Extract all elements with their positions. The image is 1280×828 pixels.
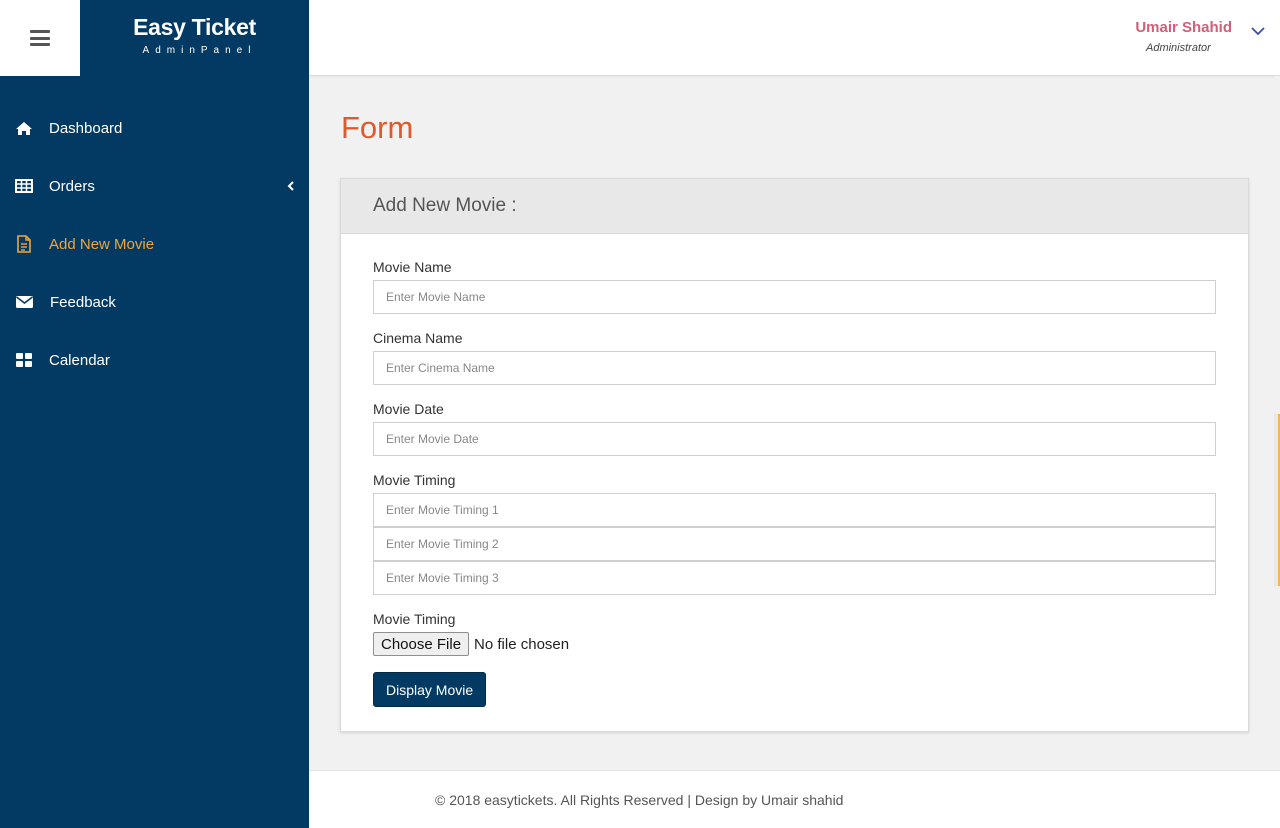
envelope-icon [14,292,34,312]
user-name[interactable]: Umair Shahid [1135,19,1232,36]
movie-timing-label: Movie Timing [373,472,456,488]
document-icon [14,234,34,254]
brand-logo[interactable]: Easy Ticket AdminPanel [80,0,309,76]
table-icon [14,176,34,196]
sidebar-item-label: Add New Movie [49,235,155,253]
sidebar-item-label: Orders [49,177,95,195]
file-upload-label: Movie Timing [373,611,456,627]
top-header: Umair Shahid Administrator [309,0,1280,76]
file-upload: Choose File No file chosen [373,632,569,656]
movie-date-input[interactable] [373,422,1216,456]
footer: © 2018 easytickets. All Rights Reserved … [309,770,1280,828]
movie-date-label: Movie Date [373,401,444,417]
cinema-name-input[interactable] [373,351,1216,385]
footer-copyright: © 2018 easytickets. All Rights Reserved … [435,792,844,808]
sidebar-item-calendar[interactable]: Calendar [0,340,309,380]
user-role: Administrator [1146,42,1211,54]
movie-timing-1-input[interactable] [373,493,1216,527]
movie-name-label: Movie Name [373,259,452,275]
cinema-name-label: Cinema Name [373,330,463,346]
sidebar-item-label: Dashboard [49,119,123,137]
brand-subtitle: AdminPanel [142,45,257,56]
choose-file-button[interactable]: Choose File [373,632,470,656]
movie-timing-2-input[interactable] [373,527,1216,561]
hamburger-icon [30,30,50,46]
chevron-down-icon[interactable] [1250,24,1266,36]
sidebar-item-orders[interactable]: Orders [0,166,309,206]
scrollbar-thumb[interactable] [1274,414,1280,586]
sidebar-item-label: Calendar [49,351,110,369]
grid-icon [14,350,34,370]
sidebar-item-feedback[interactable]: Feedback [0,282,309,322]
sidebar-item-label: Feedback [50,293,116,311]
add-movie-card: Add New Movie : Movie Name Cinema Name M… [340,178,1249,732]
page-title: Form [341,110,414,145]
sidebar-item-dashboard[interactable]: Dashboard [0,108,309,148]
display-movie-button[interactable]: Display Movie [373,672,487,707]
movie-timing-3-input[interactable] [373,561,1216,595]
card-title: Add New Movie : [373,195,517,216]
movie-name-input[interactable] [373,280,1216,314]
sidebar-item-add-new-movie[interactable]: Add New Movie [0,224,309,264]
card-header: Add New Movie : [341,179,1248,234]
brand-title: Easy Ticket [133,14,256,40]
chevron-left-icon [287,179,295,193]
file-status-text: No file chosen [474,635,570,653]
menu-toggle-button[interactable] [0,0,80,76]
home-icon [14,118,34,138]
sidebar: Dashboard Orders Add New Movie Feedback … [0,76,309,828]
